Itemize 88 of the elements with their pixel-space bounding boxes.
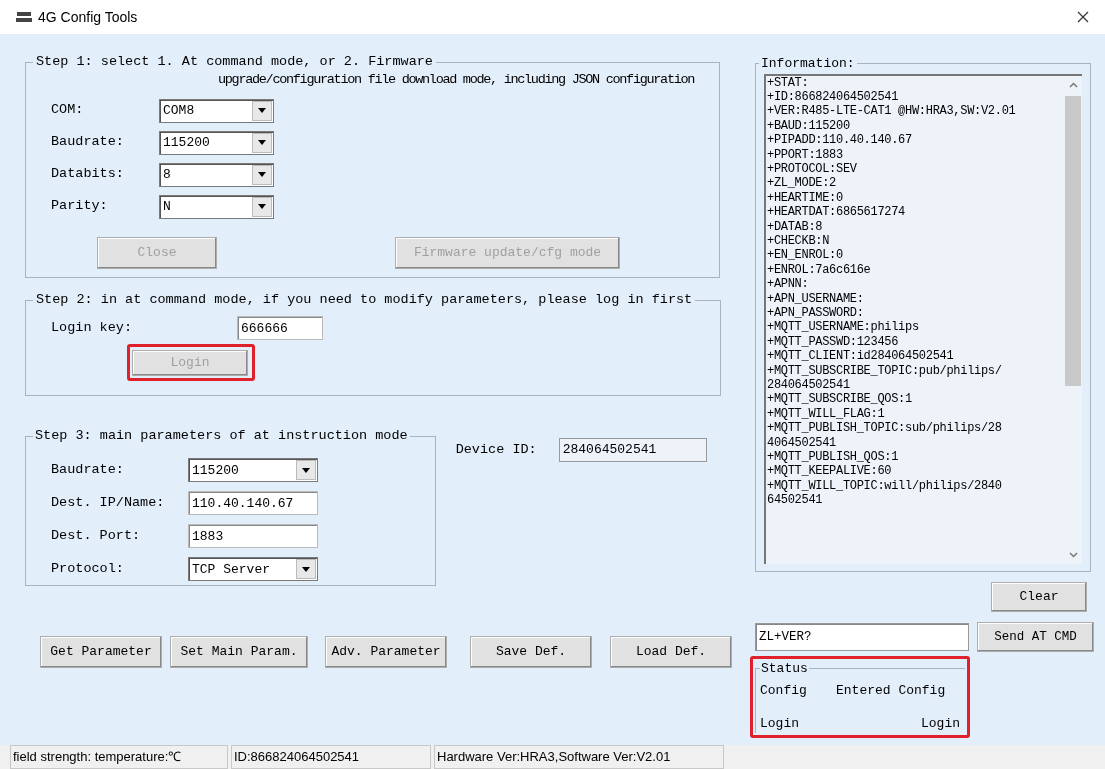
log-line: +PIPADD:110.40.140.67: [767, 133, 912, 148]
field-label: Parity:: [51, 197, 109, 216]
input-field[interactable]: 1883: [188, 524, 318, 549]
log-line: +MQTT_SUBSCRIBE_QOS:1: [767, 392, 912, 407]
log-line: +DATAB:8: [767, 219, 823, 234]
log-line: 64502541: [767, 493, 823, 508]
dropdown[interactable]: TCP Server: [188, 557, 318, 582]
clear-button[interactable]: Clear: [991, 582, 1087, 612]
group-title: upgrade/configuration file download mode, including JSON configuration: [218, 71, 695, 90]
field-label: Baudrate:: [51, 133, 125, 152]
log-line: +CHECKB:N: [767, 233, 830, 249]
input-field[interactable]: ZL+VER?: [755, 623, 969, 651]
log-line: +APN_USERNAME:: [767, 291, 864, 306]
group-title: Step 3: main parameters of at instruction mode: [34, 427, 409, 445]
field-label: Device ID:: [455, 440, 538, 459]
field-label: COM:: [51, 101, 85, 120]
group-title: Step 2: in at command mode, if you need to modify parameters, please log in first: [35, 291, 694, 309]
log-line: +BAUD:115200: [767, 118, 850, 134]
log-line: 284064502541: [767, 378, 850, 393]
window-title: 4G Config Tools: [38, 7, 138, 27]
log-line: +HEARTIME:0: [767, 190, 843, 206]
send-button[interactable]: Send AT CMD: [977, 622, 1094, 652]
log-line: +PROTOCOL:SEV: [767, 161, 857, 177]
log-line: +STAT:: [767, 75, 809, 90]
log-line: +MQTT_WILL_TOPIC:will/philips/2840: [767, 478, 1002, 494]
action-button[interactable]: Set Main Param.: [170, 636, 308, 668]
dropdown[interactable]: 8: [159, 162, 274, 187]
log-line: +HEARTDAT:6865617274: [767, 205, 906, 220]
field-label: Dest. IP/Name:: [51, 494, 166, 513]
input-field: 284064502541: [558, 438, 707, 462]
input-field[interactable]: 666666: [237, 316, 323, 341]
log-line: +MQTT_PUBLISH_QOS:1: [767, 450, 899, 465]
log-line: +MQTT_SUBSCRIBE_TOPIC:pub/philips/: [767, 363, 1002, 379]
field-label: Baudrate:: [51, 461, 125, 480]
caret-down-icon: [258, 108, 266, 113]
status-value: Entered Config: [836, 681, 947, 700]
log-line: +MQTT_CLIENT:id284064502541: [767, 349, 954, 364]
log-line: +MQTT_WILL_FLAG:1: [767, 406, 885, 422]
action-button[interactable]: Save Def.: [470, 636, 592, 668]
chevron-up-icon[interactable]: [1068, 81, 1078, 88]
dropdown[interactable]: COM8: [159, 98, 274, 123]
action-button[interactable]: Get Parameter: [40, 636, 162, 668]
log-line: +PPORT:1883: [767, 147, 843, 162]
log-line: +ID:866824064502541: [767, 89, 899, 105]
scrollbar-thumb[interactable]: [1065, 95, 1081, 386]
field-label: Protocol:: [51, 560, 125, 579]
dropdown-arrow-button[interactable]: [296, 460, 316, 481]
caret-down-icon: [258, 204, 266, 209]
status-label: Login: [760, 715, 800, 733]
dropdown[interactable]: N: [159, 194, 274, 219]
log-line: +ENROL:7a6c616e: [767, 262, 871, 278]
field-label: Dest. Port:: [51, 527, 142, 546]
dropdown-arrow-button[interactable]: [252, 196, 272, 217]
dropdown-arrow-button[interactable]: [252, 100, 272, 121]
chevron-down-icon[interactable]: [1068, 551, 1078, 558]
status-value: Login: [920, 715, 960, 733]
input-field[interactable]: 110.40.140.67: [188, 491, 318, 516]
log-line: +MQTT_PUBLISH_TOPIC:sub/philips/28: [767, 421, 1002, 436]
action-button[interactable]: Adv. Parameter: [325, 636, 447, 668]
log-line: 4064502541: [767, 435, 836, 451]
dropdown[interactable]: 115200: [188, 458, 318, 483]
dropdown-arrow-button[interactable]: [296, 559, 316, 580]
status-bar-panel: ID:866824064502541: [231, 745, 431, 769]
caret-down-icon: [258, 140, 266, 145]
log-line: +APN_PASSWORD:: [767, 306, 864, 321]
log-line: +MQTT_KEEPALIVE:60: [767, 464, 892, 479]
field-label: Login key:: [51, 319, 133, 338]
action-button[interactable]: Load Def.: [610, 636, 732, 668]
field-label: Databits:: [51, 165, 125, 184]
log-line: +VER:R485-LTE-CAT1 @HW:HRA3,SW:V2.01: [767, 104, 1016, 119]
caret-down-icon: [258, 172, 266, 177]
log-line: +APNN:: [767, 277, 809, 292]
dropdown-arrow-button[interactable]: [252, 132, 272, 153]
status-bar-panel: field strength: temperature:℃: [10, 745, 228, 769]
log-line: +ZL_MODE:2: [767, 176, 836, 191]
group-title: Information:: [760, 55, 856, 73]
close-icon[interactable]: [1077, 11, 1089, 23]
group-title: Step 1: select 1. At command mode, or 2. Firmware: [35, 53, 434, 71]
status-bar-panel: Hardware Ver:HRA3,Software Ver:V2.01: [434, 745, 724, 769]
dropdown[interactable]: 115200: [159, 130, 274, 155]
caret-down-icon: [302, 467, 310, 473]
dropdown-arrow-button[interactable]: [252, 164, 272, 185]
caret-down-icon: [302, 566, 310, 572]
log-line: +EN_ENROL:0: [767, 248, 843, 263]
log-line: +MQTT_PASSWD:123456: [767, 334, 899, 350]
app-logo-icon: [16, 11, 32, 23]
group-title: Status: [760, 660, 809, 678]
log-line: +MQTT_USERNAME:philips: [767, 320, 919, 335]
